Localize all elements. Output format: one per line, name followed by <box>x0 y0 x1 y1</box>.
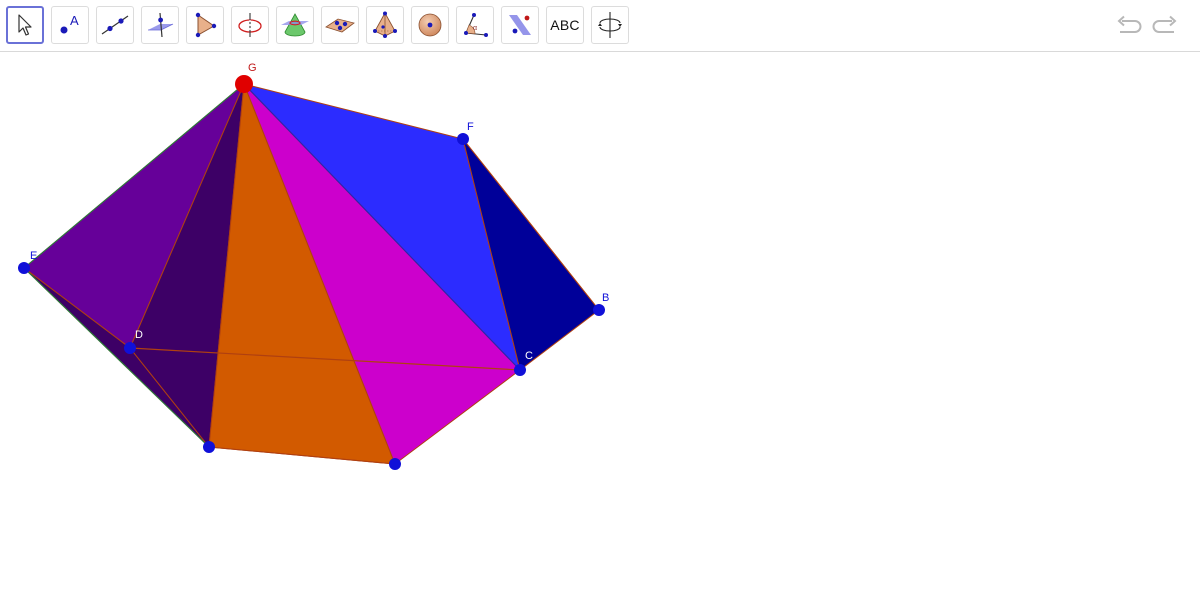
point-c[interactable] <box>514 364 526 376</box>
redo-button[interactable] <box>1150 12 1182 40</box>
reflect-about-plane-icon <box>509 15 531 35</box>
arrow-pointer-icon <box>18 14 32 36</box>
circle-around-axis-icon <box>238 13 262 37</box>
point-c-label: C <box>525 350 533 362</box>
redo-icon <box>1152 15 1177 33</box>
perpendicular-line-tool-button[interactable] <box>141 6 179 44</box>
text-tool-button[interactable]: ABC <box>546 6 584 44</box>
point-g[interactable] <box>235 75 253 93</box>
point-b[interactable] <box>593 304 605 316</box>
point-f[interactable] <box>457 133 469 145</box>
point-e-label: E <box>30 250 37 262</box>
pyramid-tool-button[interactable] <box>366 6 404 44</box>
line-tool-button[interactable] <box>96 6 134 44</box>
plane-tool-button[interactable] <box>321 6 359 44</box>
line-through-two-points-icon <box>101 15 129 35</box>
perpendicular-line-icon <box>148 12 174 38</box>
point-tool-label: A <box>70 13 79 28</box>
geogebra-3d-app: A α ABC G F E D C B <box>0 0 1200 600</box>
point-d[interactable] <box>124 342 136 354</box>
move-tool-button[interactable] <box>6 6 44 44</box>
polygon-tool-button[interactable] <box>186 6 224 44</box>
rotate-view-icon <box>598 12 622 38</box>
point-f-label: F <box>467 121 474 133</box>
plane-through-points-icon <box>325 18 355 33</box>
polyhedron-drawing: G F E D C B <box>18 62 609 470</box>
point-tool-button[interactable]: A <box>51 6 89 44</box>
intersect-tool-button[interactable] <box>276 6 314 44</box>
graphics-3d-view[interactable]: G F E D C B <box>0 53 1200 600</box>
point-with-label-icon: A <box>60 13 79 34</box>
point-unlabeled-1[interactable] <box>203 441 215 453</box>
toolbar: A α ABC <box>0 0 1200 52</box>
text-tool-label: ABC <box>550 17 580 33</box>
point-unlabeled-2[interactable] <box>389 458 401 470</box>
point-b-label: B <box>602 292 609 304</box>
undo-icon <box>1117 15 1142 33</box>
sphere-tool-button[interactable] <box>411 6 449 44</box>
angle-icon: α <box>464 13 488 37</box>
sphere-icon <box>418 13 442 37</box>
point-d-label: D <box>135 329 143 341</box>
pyramid-icon <box>373 11 397 38</box>
rotate-view-tool-button[interactable] <box>591 6 629 44</box>
undo-button[interactable] <box>1112 12 1144 40</box>
point-g-label: G <box>248 62 257 74</box>
reflect-tool-button[interactable] <box>501 6 539 44</box>
svg-text:α: α <box>473 25 477 32</box>
circle-tool-button[interactable] <box>231 6 269 44</box>
triangle-icon <box>195 12 217 38</box>
point-e[interactable] <box>18 262 30 274</box>
cone-icon <box>281 13 309 37</box>
angle-tool-button[interactable]: α <box>456 6 494 44</box>
